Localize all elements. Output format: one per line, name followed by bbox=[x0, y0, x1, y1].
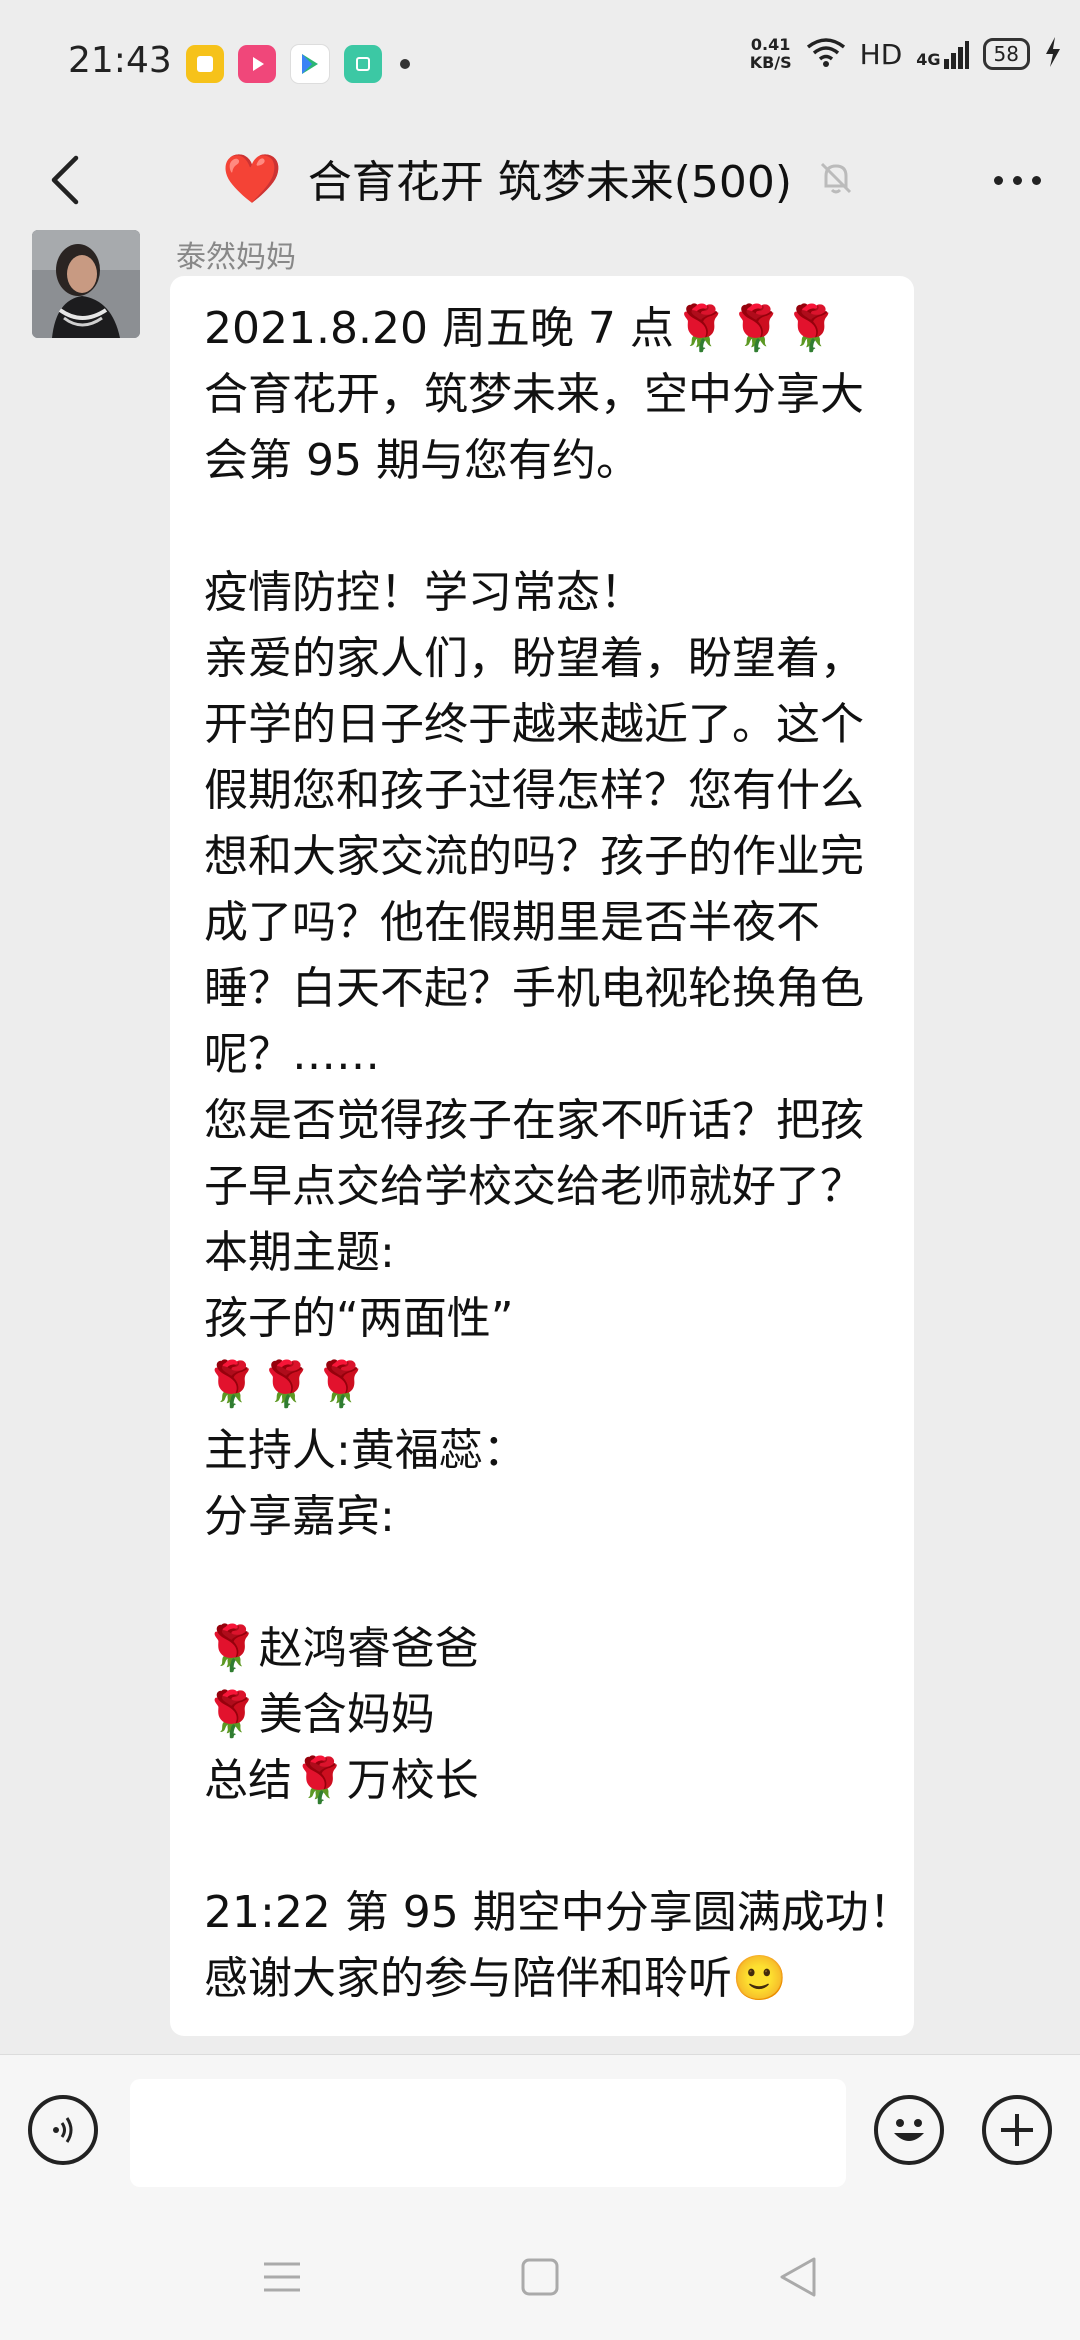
message-line bbox=[204, 1550, 892, 1616]
charging-icon bbox=[1044, 37, 1062, 71]
plus-button[interactable] bbox=[982, 2095, 1052, 2165]
more-button[interactable] bbox=[982, 142, 1052, 218]
wifi-icon bbox=[806, 37, 846, 71]
avatar[interactable] bbox=[32, 230, 140, 338]
home-nav-button[interactable] bbox=[510, 2252, 570, 2302]
net-speed-unit: KB/S bbox=[749, 53, 792, 72]
bell-muted-icon bbox=[816, 158, 856, 198]
system-nav-bar bbox=[0, 2214, 1080, 2340]
net-speed-value: 0.41 bbox=[750, 35, 791, 54]
sender-name: 泰然妈妈 bbox=[176, 240, 296, 275]
status-time: 21:43 bbox=[68, 40, 172, 81]
message-line: 本期主题: bbox=[204, 1227, 395, 1278]
message-line: 21:22 第 95 期空中分享圆满成功！ bbox=[204, 1887, 913, 1938]
network-label: 4G bbox=[916, 50, 941, 69]
chat-title: 合育花开 筑梦未来(500) bbox=[307, 157, 793, 208]
more-dot bbox=[1031, 175, 1041, 185]
message-line: 疫情防控！学习常态！ bbox=[204, 567, 644, 618]
message-line: 🌹🌹🌹 bbox=[204, 1359, 369, 1410]
signal-icon: 4G bbox=[916, 39, 969, 69]
message-input[interactable] bbox=[130, 2079, 846, 2187]
message-line: 分享嘉宾: bbox=[204, 1491, 395, 1542]
voice-button[interactable] bbox=[28, 2095, 98, 2165]
status-right: 0.41 KB/S HD 4G 58 bbox=[750, 36, 1062, 72]
app-icon bbox=[344, 45, 382, 83]
message-line: 假期您和孩子过得怎样？您有什么 bbox=[204, 765, 864, 816]
heart-emoji: ❤️ bbox=[222, 150, 282, 207]
menu-icon bbox=[264, 2262, 300, 2292]
message-line: 想和大家交流的吗？孩子的作业完 bbox=[204, 831, 864, 882]
message-line: 🌹美含妈妈 bbox=[204, 1689, 435, 1740]
message-line: 您是否觉得孩子在家不听话？把孩 bbox=[204, 1095, 864, 1146]
message-line: 开学的日子终于越来越近了。这个 bbox=[204, 699, 864, 750]
more-dots-icon bbox=[993, 175, 1003, 185]
message-line: 呢？…… bbox=[204, 1029, 380, 1080]
notes-app-icon bbox=[186, 45, 224, 83]
message-line: 合育花开，筑梦未来，空中分享大 bbox=[204, 369, 864, 420]
more-dot bbox=[1012, 175, 1022, 185]
message-line bbox=[204, 494, 892, 560]
message-line: 亲爱的家人们，盼望着，盼望着， bbox=[204, 633, 864, 684]
emoji-button[interactable] bbox=[874, 2095, 944, 2165]
plus-icon bbox=[1001, 2114, 1033, 2146]
chat-title-wrap[interactable]: ❤️ 合育花开 筑梦未来(500) bbox=[222, 130, 856, 226]
net-speed: 0.41 KB/S bbox=[750, 36, 792, 72]
message-line: 孩子的“两面性” bbox=[204, 1293, 514, 1344]
notification-icons bbox=[186, 44, 410, 84]
back-icon bbox=[780, 2257, 816, 2297]
hd-label: HD bbox=[859, 37, 903, 71]
message-line: 总结🌹万校长 bbox=[204, 1755, 479, 1806]
message-line: 2021.8.20 周五晚 7 点🌹🌹🌹 bbox=[204, 303, 839, 354]
back-nav-button[interactable] bbox=[768, 2252, 828, 2302]
battery-icon: 58 bbox=[982, 38, 1030, 70]
message-line: 🌹赵鸿睿爸爸 bbox=[204, 1623, 479, 1674]
more-notifications-dot bbox=[400, 59, 410, 69]
back-button[interactable] bbox=[30, 140, 100, 220]
message-line: 睡？白天不起？手机电视轮换角色 bbox=[204, 963, 864, 1014]
message-bubble[interactable]: 2021.8.20 周五晚 7 点🌹🌹🌹 合育花开，筑梦未来，空中分享大 会第 … bbox=[170, 276, 914, 2036]
menu-nav-button[interactable] bbox=[252, 2252, 312, 2302]
message-line: 主持人:黄福蕊： bbox=[204, 1425, 527, 1476]
message-line: 子早点交给学校交给老师就好了？ bbox=[204, 1161, 864, 1212]
chat-header: ❤️ 合育花开 筑梦未来(500) bbox=[0, 130, 1080, 226]
emoji-icon bbox=[894, 2119, 924, 2141]
message-line: 会第 95 期与您有约。 bbox=[204, 435, 640, 486]
message-line: 成了吗？他在假期里是否半夜不 bbox=[204, 897, 820, 948]
back-arrow-icon bbox=[51, 155, 79, 205]
video-app-icon bbox=[238, 45, 276, 83]
input-bar bbox=[0, 2054, 1080, 2215]
message-line: 感谢大家的参与陪伴和聆听🙂 bbox=[204, 1953, 787, 2004]
play-store-icon bbox=[290, 44, 330, 84]
voice-icon bbox=[53, 2117, 73, 2143]
message-line bbox=[204, 1814, 892, 1880]
status-bar: 21:43 0.41 KB/S HD 4G 58 bbox=[0, 0, 1080, 130]
home-icon bbox=[521, 2258, 559, 2296]
